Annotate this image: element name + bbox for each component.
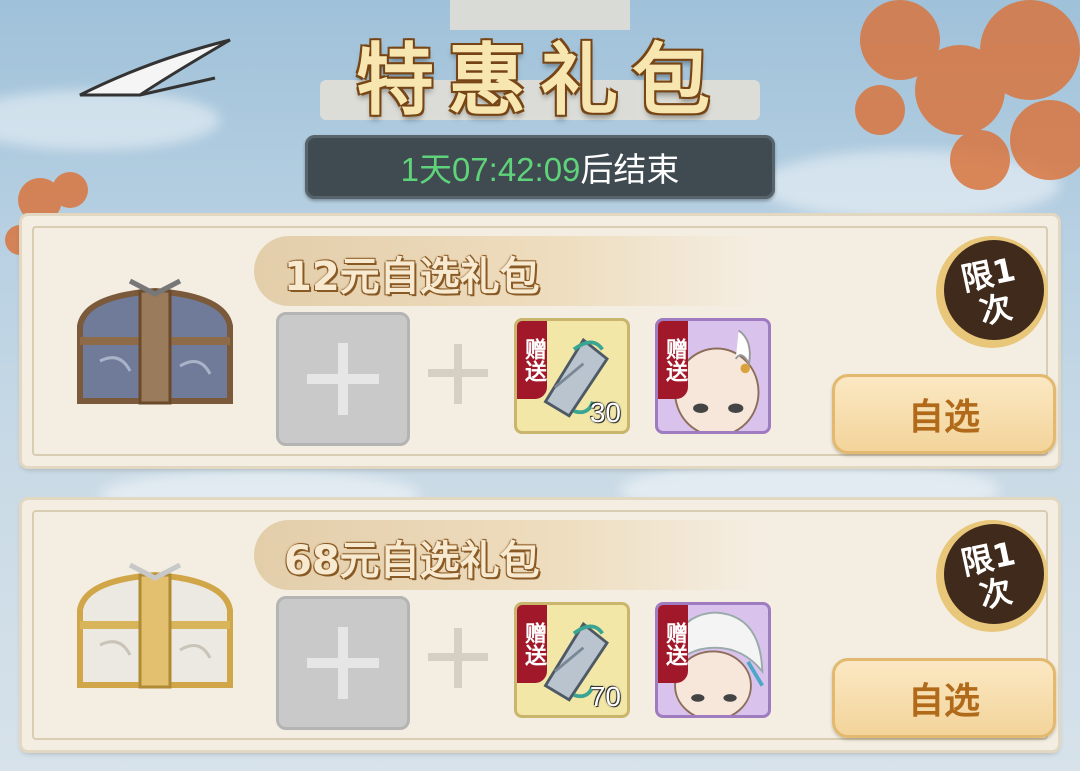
pack-card: 68元自选礼包 赠送 70 赠送 限1 次 自选 <box>22 500 1058 750</box>
gift-item-portrait[interactable]: 赠送 <box>655 318 771 434</box>
gift-tag: 赠送 <box>658 605 688 683</box>
gift-item-bracer[interactable]: 赠送 70 <box>514 602 630 718</box>
countdown-suffix: 后结束 <box>580 151 680 188</box>
pack-name: 12元自选礼包 <box>284 254 540 300</box>
countdown-banner: 1天07:42:09 后结束 <box>305 135 775 199</box>
item-quantity: 70 <box>589 681 621 712</box>
plus-icon <box>428 628 488 688</box>
pack-name: 68元自选礼包 <box>284 538 540 584</box>
gift-item-bracer[interactable]: 赠送 30 <box>514 318 630 434</box>
gold-chest-icon <box>77 562 233 689</box>
empty-choice-slot[interactable] <box>276 312 410 446</box>
blue-chest-icon <box>77 278 233 405</box>
select-button[interactable]: 自选 <box>832 374 1056 454</box>
limit-text-line2: 次 <box>976 571 1016 616</box>
page-title: 特惠礼包 <box>355 35 724 126</box>
plus-icon <box>428 344 488 404</box>
select-button[interactable]: 自选 <box>832 658 1056 738</box>
item-quantity: 30 <box>589 397 621 428</box>
gift-tag: 赠送 <box>517 605 547 683</box>
limit-text-line2: 次 <box>976 287 1016 332</box>
gift-tag: 赠送 <box>658 321 688 399</box>
countdown-time: 1天07:42:09 <box>400 151 581 188</box>
gift-tag: 赠送 <box>517 321 547 399</box>
pack-card: 12元自选礼包 赠送 30 赠送 限1 次 自选 <box>22 216 1058 466</box>
empty-choice-slot[interactable] <box>276 596 410 730</box>
gift-item-portrait[interactable]: 赠送 <box>655 602 771 718</box>
